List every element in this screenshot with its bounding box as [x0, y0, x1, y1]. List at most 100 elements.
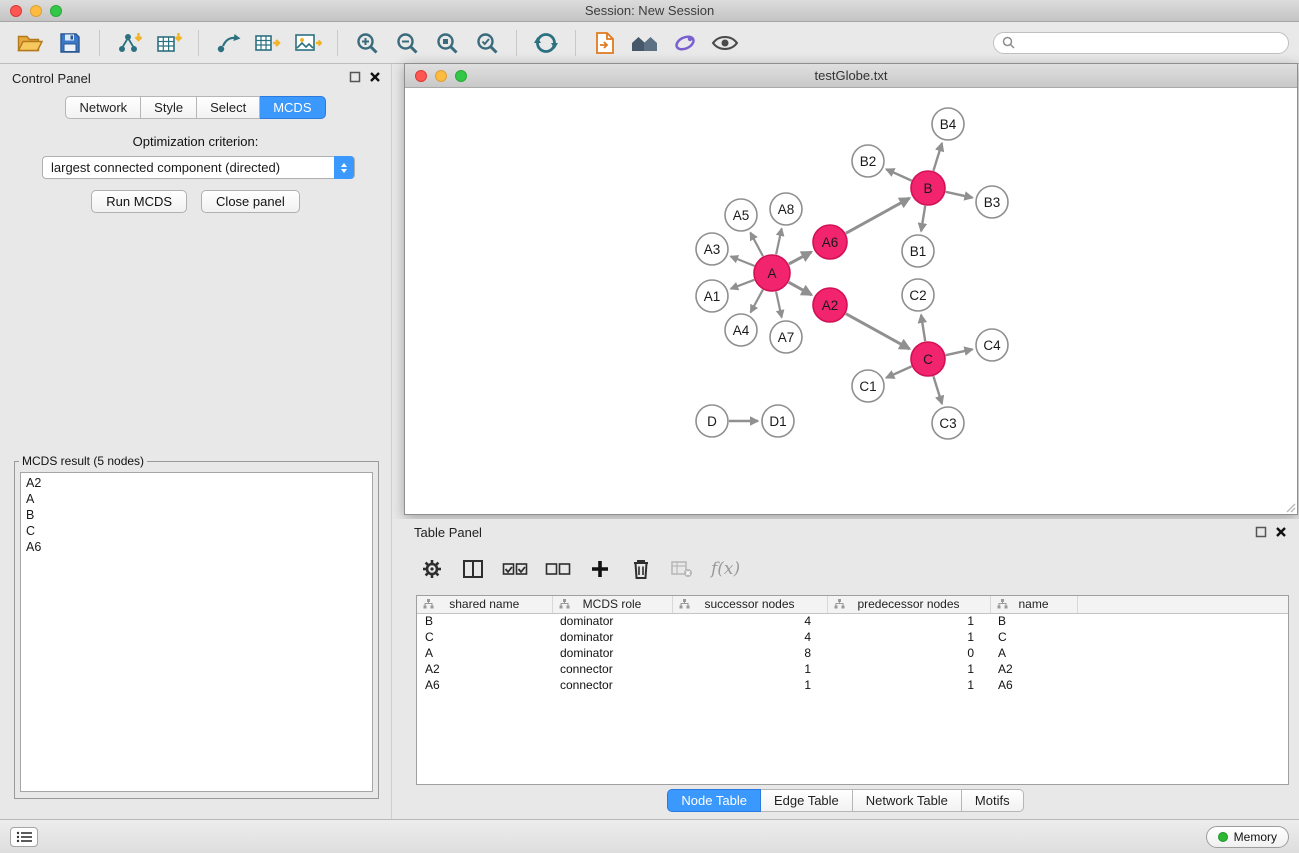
graph-edge-A-A6[interactable] [789, 252, 812, 264]
table-row[interactable]: A6connector11A6 [417, 677, 1288, 693]
graph-node-A[interactable]: A [754, 255, 790, 291]
graph-node-B3[interactable]: B3 [976, 186, 1008, 218]
graph-node-A5[interactable]: A5 [725, 199, 757, 231]
show-columns-button[interactable] [461, 555, 485, 583]
deselect-all-button[interactable] [545, 555, 571, 583]
graph-edge-A-A7[interactable] [776, 292, 782, 318]
graph-node-C3[interactable]: C3 [932, 407, 964, 439]
column-header-successor-nodes[interactable]: successor nodes [672, 596, 827, 613]
delete-table-button[interactable] [670, 555, 694, 583]
tab-network-table[interactable]: Network Table [853, 789, 962, 812]
export-table-button[interactable] [251, 27, 285, 59]
minimize-network-window-button[interactable] [435, 70, 447, 82]
zoom-in-button[interactable] [350, 27, 384, 59]
graph-node-D1[interactable]: D1 [762, 405, 794, 437]
zoom-selected-button[interactable] [470, 27, 504, 59]
graph-edge-A-A1[interactable] [731, 280, 755, 289]
column-header-MCDS-role[interactable]: MCDS role [552, 596, 672, 613]
tab-style[interactable]: Style [141, 96, 197, 119]
optimization-criterion-dropdown[interactable]: largest connected component (directed) [42, 156, 355, 179]
zoom-fit-button[interactable] [430, 27, 464, 59]
graph-node-B[interactable]: B [911, 171, 945, 205]
table-row[interactable]: Bdominator41B [417, 613, 1288, 629]
tab-mcds[interactable]: MCDS [260, 96, 325, 119]
close-network-window-button[interactable] [415, 70, 427, 82]
table-row[interactable]: Cdominator41C [417, 629, 1288, 645]
select-all-button[interactable] [502, 555, 528, 583]
float-panel-icon[interactable] [349, 71, 361, 83]
graph-node-B2[interactable]: B2 [852, 145, 884, 177]
graph-edge-A2-C[interactable] [846, 314, 910, 349]
import-table-button[interactable] [152, 27, 186, 59]
tab-network[interactable]: Network [65, 96, 141, 119]
network-canvas[interactable]: B4B2BB3A5A8A6A3B1AC2A1A2A4A7C4CC1DD1C3 [405, 88, 1297, 514]
result-item[interactable]: A [21, 491, 372, 507]
table-row[interactable]: Adominator80A [417, 645, 1288, 661]
close-panel-icon[interactable] [369, 71, 381, 83]
column-header-predecessor-nodes[interactable]: predecessor nodes [827, 596, 990, 613]
graph-edge-A6-B[interactable] [846, 198, 910, 233]
tab-node-table[interactable]: Node Table [667, 789, 761, 812]
close-panel-button[interactable]: Close panel [201, 190, 300, 213]
tab-motifs[interactable]: Motifs [962, 789, 1024, 812]
graph-node-C4[interactable]: C4 [976, 329, 1008, 361]
export-image-button[interactable] [291, 27, 325, 59]
import-network-button[interactable] [112, 27, 146, 59]
graph-edge-C-C4[interactable] [946, 349, 973, 355]
graph-edge-B-B3[interactable] [946, 192, 973, 198]
graph-node-B1[interactable]: B1 [902, 235, 934, 267]
graph-node-A2[interactable]: A2 [813, 288, 847, 322]
delete-column-button[interactable] [629, 555, 653, 583]
zoom-window-button[interactable] [50, 5, 62, 17]
graph-edge-A-A3[interactable] [731, 256, 755, 266]
column-header-shared-name[interactable]: shared name [417, 596, 552, 613]
resize-grip-icon[interactable] [1284, 501, 1296, 513]
show-hide-button[interactable] [708, 27, 742, 59]
graph-edge-A-A4[interactable] [751, 290, 763, 313]
graph-edge-A-A2[interactable] [789, 282, 812, 295]
memory-button[interactable]: Memory [1206, 826, 1289, 848]
network-window-titlebar[interactable]: testGlobe.txt [405, 64, 1297, 88]
search-field[interactable] [993, 32, 1289, 54]
close-table-panel-icon[interactable] [1275, 526, 1287, 538]
graph-edge-B-B4[interactable] [933, 143, 942, 171]
document-export-button[interactable] [588, 27, 622, 59]
zoom-out-button[interactable] [390, 27, 424, 59]
search-input[interactable] [1020, 36, 1280, 50]
tab-select[interactable]: Select [197, 96, 260, 119]
table-row[interactable]: A2connector11A2 [417, 661, 1288, 677]
graph-node-A4[interactable]: A4 [725, 314, 757, 346]
float-table-panel-icon[interactable] [1255, 526, 1267, 538]
graph-node-A8[interactable]: A8 [770, 193, 802, 225]
result-item[interactable]: A2 [21, 475, 372, 491]
table-settings-button[interactable] [420, 555, 444, 583]
home-views-button[interactable] [628, 27, 662, 59]
save-session-button[interactable] [53, 27, 87, 59]
column-header-name[interactable]: name [990, 596, 1077, 613]
zoom-network-window-button[interactable] [455, 70, 467, 82]
graph-node-D[interactable]: D [696, 405, 728, 437]
function-builder-button[interactable]: f(x) [711, 555, 740, 583]
refresh-button[interactable] [529, 27, 563, 59]
close-window-button[interactable] [10, 5, 22, 17]
apps-button[interactable] [668, 27, 702, 59]
minimize-window-button[interactable] [30, 5, 42, 17]
graph-node-A7[interactable]: A7 [770, 321, 802, 353]
result-item[interactable]: C [21, 523, 372, 539]
graph-node-C1[interactable]: C1 [852, 370, 884, 402]
graph-edge-B-B1[interactable] [921, 206, 925, 231]
graph-edge-A-A5[interactable] [750, 233, 763, 257]
graph-edge-B-B2[interactable] [886, 169, 911, 180]
graph-node-C2[interactable]: C2 [902, 279, 934, 311]
result-item[interactable]: A6 [21, 539, 372, 555]
graph-edge-A-A8[interactable] [776, 229, 782, 255]
open-session-button[interactable] [13, 27, 47, 59]
result-item[interactable]: B [21, 507, 372, 523]
graph-edge-C-C1[interactable] [886, 366, 911, 377]
graph-node-A1[interactable]: A1 [696, 280, 728, 312]
graph-edge-C-C2[interactable] [921, 315, 925, 341]
graph-node-A6[interactable]: A6 [813, 225, 847, 259]
add-column-button[interactable] [588, 555, 612, 583]
tab-edge-table[interactable]: Edge Table [761, 789, 853, 812]
run-mcds-button[interactable]: Run MCDS [91, 190, 187, 213]
